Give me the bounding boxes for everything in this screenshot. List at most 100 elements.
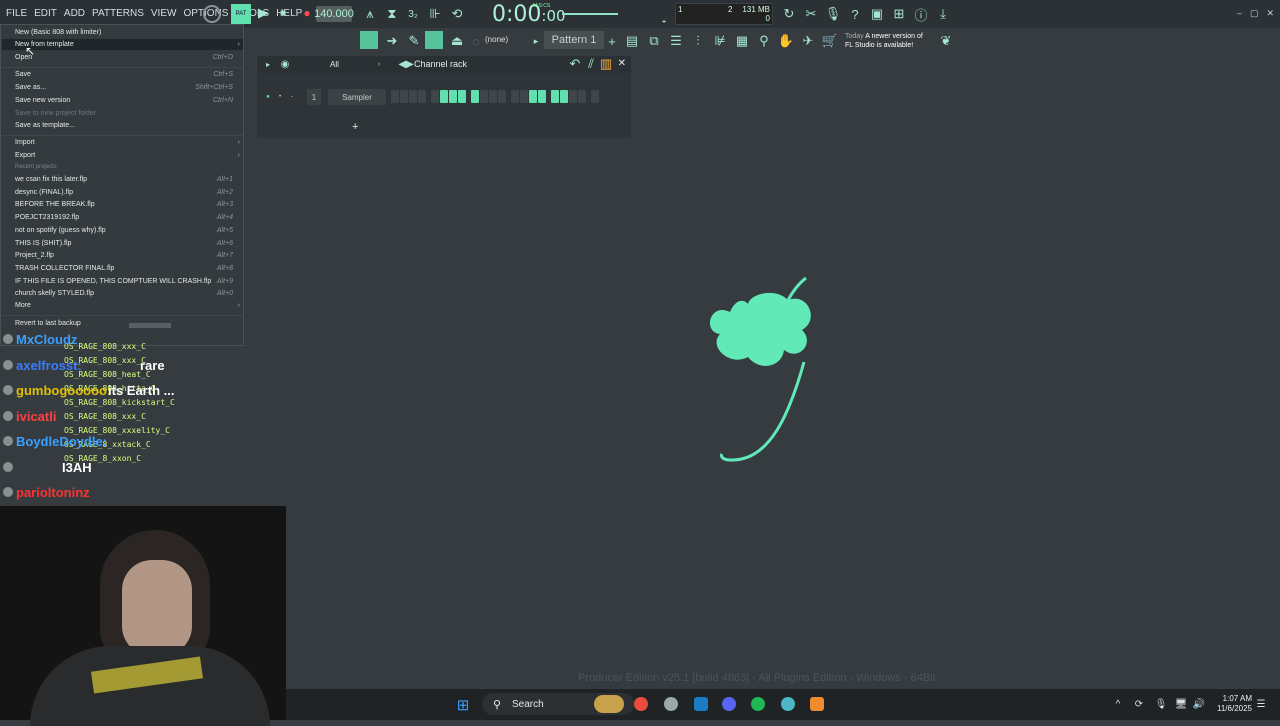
menu-export[interactable]: Export xyxy=(15,152,35,159)
plugin-icon[interactable]: ✂ xyxy=(803,6,819,22)
recent-project-item[interactable]: BEFORE THE BREAK.flp xyxy=(15,201,95,208)
close-window-icon[interactable]: ✕ xyxy=(1266,8,1274,19)
step-button[interactable] xyxy=(489,90,497,103)
rack-steps-icon[interactable]: ▥ xyxy=(600,56,612,71)
recent-project-item[interactable]: Project_2.flp xyxy=(15,252,54,259)
taskbar-search[interactable]: ⚲ Search xyxy=(482,693,634,715)
fl-studio-taskbar-icon[interactable] xyxy=(810,697,824,711)
step-button[interactable] xyxy=(480,90,488,103)
loop-record-icon[interactable]: ⟲ xyxy=(449,6,465,22)
pattern-prev-icon[interactable]: ▸ xyxy=(531,34,541,48)
project-icon[interactable]: ▦ xyxy=(734,33,750,49)
step-button[interactable] xyxy=(569,90,577,103)
rack-undo-icon[interactable]: ↶ xyxy=(569,56,581,71)
playlist-icon[interactable]: ▤ xyxy=(624,33,640,49)
save-icon[interactable]: ▣ xyxy=(869,6,885,22)
menu-edit[interactable]: EDIT xyxy=(34,8,57,19)
spotify-icon[interactable] xyxy=(751,697,765,711)
menu-view[interactable]: VIEW xyxy=(151,8,177,19)
step-button[interactable] xyxy=(391,90,399,103)
plugin-picker-icon[interactable]: ⚲ xyxy=(756,33,772,49)
tray-chevron-icon[interactable]: ^ xyxy=(1112,697,1124,711)
cart-icon[interactable]: 🛒 xyxy=(822,33,838,49)
menu-save-template[interactable]: Save as template... xyxy=(15,122,75,129)
touch-keyboard-icon[interactable]: ✋ xyxy=(778,33,794,49)
notification-icon[interactable]: ☰ xyxy=(1254,697,1268,711)
menu-file[interactable]: FILE xyxy=(6,8,27,19)
pat-song-toggle[interactable]: PAT xyxy=(231,4,251,24)
channel-pan-knob-icon[interactable]: • xyxy=(275,92,285,102)
start-windows-icon[interactable]: ⊞ xyxy=(454,696,472,714)
step-button[interactable] xyxy=(520,90,528,103)
song-position-display[interactable]: 0:00:00 xyxy=(492,2,566,27)
recent-project-item[interactable]: desync (FINAL).flp xyxy=(15,189,73,196)
fl-update-icon[interactable]: ❦ xyxy=(938,33,954,49)
rack-swing-icon[interactable]: ◀▶ xyxy=(398,58,413,70)
step-button[interactable] xyxy=(418,90,426,103)
cpu-memory-monitor[interactable]: 1 2 131 MB 0 xyxy=(675,3,773,25)
tray-volume-icon[interactable]: 🔊 xyxy=(1192,697,1206,711)
step-button[interactable] xyxy=(458,90,466,103)
tools-icon[interactable]: ✈ xyxy=(800,33,816,49)
step-button[interactable] xyxy=(511,90,519,103)
info-icon[interactable]: ⓘ xyxy=(913,6,929,23)
pattern-selector[interactable]: Pattern 1 xyxy=(544,31,604,49)
play-icon[interactable]: ▶ xyxy=(256,5,270,20)
step-button[interactable] xyxy=(440,90,448,103)
vscode-icon[interactable] xyxy=(781,697,795,711)
maximize-icon[interactable]: ▢ xyxy=(1250,8,1259,19)
step-button[interactable] xyxy=(538,90,546,103)
rack-menu-icon[interactable]: ▸ xyxy=(263,59,273,69)
rack-close-icon[interactable]: ✕ xyxy=(618,58,626,69)
step-button[interactable] xyxy=(529,90,537,103)
record-icon[interactable]: ● xyxy=(300,6,314,20)
steam-icon[interactable] xyxy=(694,697,708,711)
discord-icon[interactable] xyxy=(722,697,736,711)
brush-icon[interactable]: ⏏ xyxy=(449,33,465,49)
piano-roll-icon[interactable]: ⧉ xyxy=(646,33,662,49)
step-button[interactable] xyxy=(400,90,408,103)
master-pitch-slider[interactable] xyxy=(562,13,618,15)
slider-knob-icon[interactable]: ◒ xyxy=(659,15,669,25)
step-edit-icon[interactable]: ⊪ xyxy=(427,6,443,22)
step-button[interactable] xyxy=(591,90,599,103)
menu-revert-backup[interactable]: Revert to last backup xyxy=(15,320,81,327)
recent-project-item[interactable]: THIS IS (SHIT).flp xyxy=(15,240,71,247)
metronome-icon[interactable]: ⩚ xyxy=(362,6,378,22)
microphone-icon[interactable]: 🎙 xyxy=(825,6,842,22)
add-channel-icon[interactable]: + xyxy=(352,121,358,133)
rack-filter-arrow-icon[interactable]: › xyxy=(374,59,384,69)
tray-sync-icon[interactable]: ⟳ xyxy=(1132,697,1146,711)
tray-mic-icon[interactable]: 🎙 xyxy=(1154,697,1168,711)
mixer-icon[interactable]: ⊞ xyxy=(891,6,907,22)
update-notification[interactable]: Today A newer version of FL Studio is av… xyxy=(845,32,923,50)
wait-input-icon[interactable]: ⧗ xyxy=(384,6,400,22)
rack-options-icon[interactable]: ◉ xyxy=(279,58,291,70)
draw-tool-button[interactable] xyxy=(425,31,443,49)
browser-icon[interactable]: ⊯ xyxy=(712,33,728,49)
menu-new-basic[interactable]: New (Basic 808 with limiter) xyxy=(15,29,101,36)
channel-mute-led-icon[interactable]: ● xyxy=(263,92,273,102)
add-pattern-icon[interactable]: + xyxy=(606,33,618,49)
menu-save-new-version[interactable]: Save new version xyxy=(15,97,70,104)
channel-selector[interactable]: (none) xyxy=(485,35,508,44)
minimize-icon[interactable]: – xyxy=(1237,8,1242,19)
channel-volume-knob-icon[interactable]: - xyxy=(287,92,297,102)
step-button[interactable] xyxy=(449,90,457,103)
help-icon[interactable]: ? xyxy=(847,6,863,22)
menu-more[interactable]: More xyxy=(15,302,31,309)
step-button[interactable] xyxy=(498,90,506,103)
menu-save[interactable]: Save xyxy=(15,71,31,78)
menu-patterns[interactable]: PATTERNS xyxy=(92,8,144,19)
step-button[interactable] xyxy=(471,90,479,103)
channel-mixer-track[interactable]: 1 xyxy=(307,89,321,105)
rack-graph-icon[interactable]: ⫽ xyxy=(585,56,597,71)
channel-sampler-button[interactable]: Sampler xyxy=(328,89,386,105)
countdown-icon[interactable]: 3₂ xyxy=(405,6,421,22)
snap-to-grid-button[interactable] xyxy=(360,31,378,49)
taskbar-clock[interactable]: 1:07 AM 11/6/2025 xyxy=(1217,694,1252,714)
mixer-view-icon[interactable]: ☰ xyxy=(668,33,684,49)
download-icon[interactable]: ⤓ xyxy=(935,6,951,22)
step-button[interactable] xyxy=(578,90,586,103)
rack-group-filter[interactable]: All xyxy=(330,60,339,69)
